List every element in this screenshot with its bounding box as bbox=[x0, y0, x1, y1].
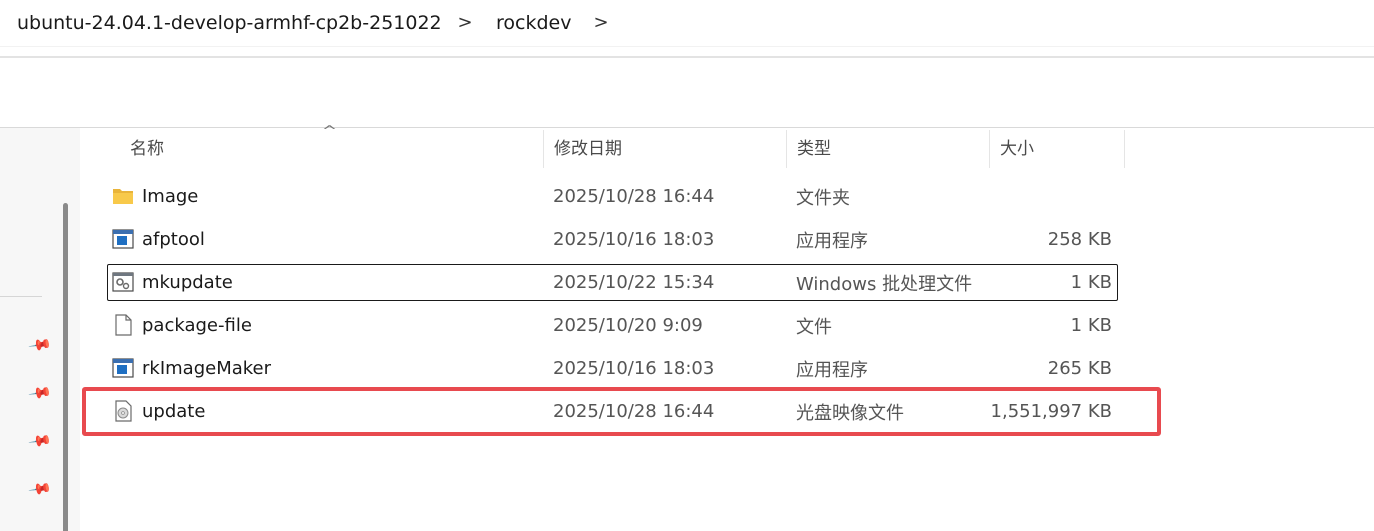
application-icon bbox=[112, 229, 134, 249]
file-row-mkupdate[interactable]: mkupdate 2025/10/22 15:34 Windows 批处理文件 … bbox=[107, 264, 1118, 301]
folder-icon bbox=[113, 189, 133, 204]
file-row-package-file[interactable]: package-file 2025/10/20 9:09 文件 1 KB bbox=[107, 307, 1118, 344]
divider bbox=[0, 296, 42, 297]
file-date: 2025/10/28 16:44 bbox=[553, 186, 715, 207]
address-bar[interactable]: ubuntu-24.04.1-develop-armhf-cp2b-251022… bbox=[0, 0, 1374, 47]
file-row-rkimagemaker[interactable]: rkImageMaker 2025/10/16 18:03 应用程序 265 K… bbox=[107, 350, 1118, 387]
file-date: 2025/10/16 18:03 bbox=[553, 229, 715, 250]
highlight-annotation-box bbox=[82, 387, 1161, 436]
file-type: 应用程序 bbox=[796, 230, 868, 252]
file-explorer-window: ubuntu-24.04.1-develop-armhf-cp2b-251022… bbox=[0, 0, 1374, 531]
pin-icon[interactable]: 📌 bbox=[26, 379, 54, 407]
toolbar bbox=[0, 58, 1374, 127]
breadcrumb-item-rockdev[interactable]: rockdev bbox=[496, 9, 571, 37]
file-date: 2025/10/20 9:09 bbox=[553, 315, 703, 336]
file-name: afptool bbox=[142, 229, 205, 250]
file-type: Windows 批处理文件 bbox=[796, 273, 973, 295]
application-icon bbox=[112, 358, 134, 378]
navigation-pane: 📌 📌 📌 📌 bbox=[0, 128, 80, 531]
file-size: 265 KB bbox=[1047, 358, 1112, 379]
file-row-afptool[interactable]: afptool 2025/10/16 18:03 应用程序 258 KB bbox=[107, 221, 1118, 258]
breadcrumb-item-ubuntu[interactable]: ubuntu-24.04.1-develop-armhf-cp2b-251022 bbox=[17, 9, 442, 37]
column-header-size[interactable]: 大小 bbox=[990, 130, 1124, 168]
file-type: 文件夹 bbox=[796, 187, 850, 209]
nav-scrollbar[interactable] bbox=[63, 203, 68, 531]
file-name: rkImageMaker bbox=[142, 358, 272, 379]
column-header-type[interactable]: 类型 bbox=[787, 130, 989, 168]
divider bbox=[0, 127, 1374, 128]
column-header-date[interactable]: 修改日期 bbox=[544, 130, 786, 168]
file-type: 应用程序 bbox=[796, 359, 868, 381]
file-row-image[interactable]: Image 2025/10/28 16:44 文件夹 bbox=[107, 178, 1118, 215]
file-name: mkupdate bbox=[142, 272, 233, 293]
file-date: 2025/10/22 15:34 bbox=[553, 272, 715, 293]
column-header-name[interactable]: 名称 bbox=[120, 130, 543, 168]
file-name: package-file bbox=[142, 315, 252, 336]
chevron-right-icon[interactable]: > bbox=[457, 9, 473, 37]
blank-file-icon bbox=[115, 314, 132, 336]
batch-file-icon bbox=[112, 272, 134, 292]
pin-icon[interactable]: 📌 bbox=[26, 331, 54, 359]
file-name: Image bbox=[142, 186, 199, 207]
file-size: 1 KB bbox=[1070, 315, 1112, 336]
pin-icon[interactable]: 📌 bbox=[26, 475, 54, 503]
file-size: 1 KB bbox=[1070, 272, 1112, 293]
chevron-right-icon[interactable]: > bbox=[593, 9, 609, 37]
file-type: 文件 bbox=[796, 316, 832, 338]
column-divider[interactable] bbox=[1124, 130, 1125, 168]
file-size: 258 KB bbox=[1047, 229, 1112, 250]
file-date: 2025/10/16 18:03 bbox=[553, 358, 715, 379]
pin-icon[interactable]: 📌 bbox=[26, 427, 54, 455]
